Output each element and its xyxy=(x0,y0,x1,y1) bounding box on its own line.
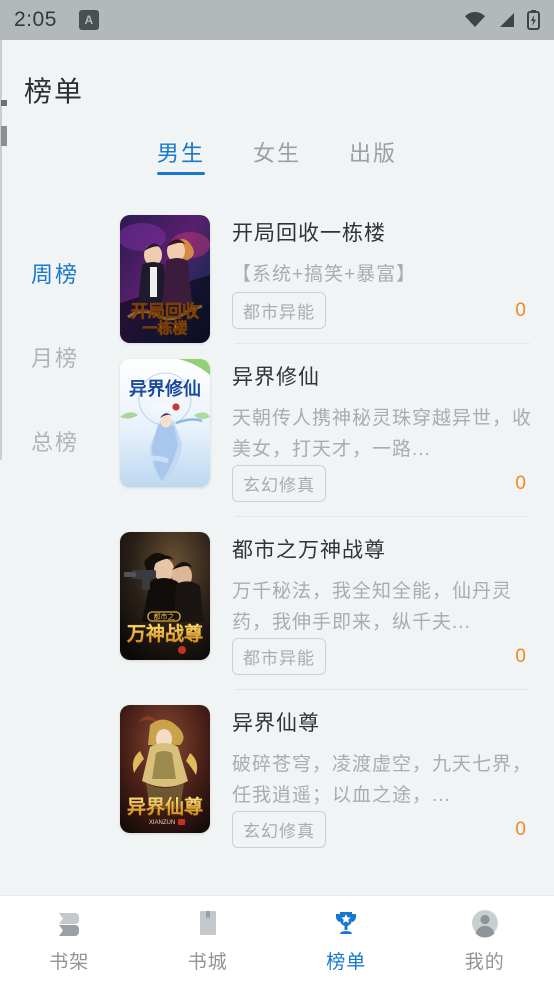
nav-item-ranking-label: 榜单 xyxy=(326,952,367,973)
list-item[interactable]: 异界仙尊 XIANZUN 异界仙尊 破碎苍穹，凌渡虚空，九天七界，任我逍遥；以血… xyxy=(110,689,544,862)
nav-item-bookstore[interactable]: 书城 xyxy=(139,908,278,974)
book-count: 0 xyxy=(515,299,526,321)
list-item[interactable]: 都市之 万神战尊 都市之万神战尊 万千秘法，我全知全能，仙丹灵药，我伸手即来，纵… xyxy=(110,516,544,689)
book-info: 开局回收一栋楼 【系统+搞笑+暴富】 都市异能 0 xyxy=(210,215,544,343)
list-item[interactable]: 开局回收 一栋楼 开局回收一栋楼 【系统+搞笑+暴富】 都市异能 0 xyxy=(110,199,544,343)
book-footer: 玄幻修真 0 xyxy=(232,465,544,516)
sidenav-item-weekly-label: 周榜 xyxy=(30,262,79,287)
book-info: 异界仙尊 破碎苍穹，凌渡虚空，九天七界，任我逍遥；以血之途，... 玄幻修真 0 xyxy=(210,705,544,862)
wifi-icon xyxy=(465,12,485,27)
sidenav-item-monthly[interactable]: 月榜 xyxy=(0,315,110,399)
book-count: 0 xyxy=(515,818,526,840)
ranking-content: 周榜 月榜 总榜 开局回收 一栋楼 开局回收一栋楼 【系统+搞笑+暴富】 都市异… xyxy=(0,199,554,897)
bookmark-book-icon xyxy=(199,911,216,935)
battery-charging-icon xyxy=(527,10,540,30)
page-title: 榜单 xyxy=(24,76,85,107)
book-category-tag[interactable]: 都市异能 xyxy=(232,638,326,675)
nav-item-bookshelf[interactable]: 书架 xyxy=(0,908,139,974)
svg-text:异界修仙: 异界修仙 xyxy=(129,378,201,399)
app-screen: 榜单 男生 女生 出版 周榜 月榜 总榜 开局回收 一栋楼 开局回收一栋楼 【系… xyxy=(0,40,554,986)
trophy-icon xyxy=(336,912,357,934)
tab-published-label: 出版 xyxy=(349,141,398,166)
svg-text:万神战尊: 万神战尊 xyxy=(126,622,203,645)
book-title: 都市之万神战尊 xyxy=(232,539,386,562)
status-bar: 2:05 A xyxy=(0,0,554,40)
list-item[interactable]: 异界修仙 异界修仙 天朝传人携神秘灵珠穿越异世，收美女，打天才，一路... 玄幻… xyxy=(110,343,544,516)
nav-item-profile[interactable]: 我的 xyxy=(416,908,554,974)
sidenav-item-weekly[interactable]: 周榜 xyxy=(0,231,110,315)
nav-item-profile-label: 我的 xyxy=(464,952,505,973)
book-info: 异界修仙 天朝传人携神秘灵珠穿越异世，收美女，打天才，一路... 玄幻修真 0 xyxy=(210,359,544,516)
book-description: 【系统+搞笑+暴富】 xyxy=(232,264,417,285)
nav-item-ranking[interactable]: 榜单 xyxy=(277,908,416,974)
sidenav-item-total-label: 总榜 xyxy=(30,430,79,455)
person-icon xyxy=(471,910,498,938)
tab-female[interactable]: 女生 xyxy=(253,136,301,175)
book-footer: 都市异能 0 xyxy=(232,638,544,689)
book-title: 异界仙尊 xyxy=(232,712,320,735)
svg-text:XIANZUN: XIANZUN xyxy=(149,820,175,826)
books-stack-icon xyxy=(59,913,80,936)
tab-female-label: 女生 xyxy=(252,141,301,166)
book-count: 0 xyxy=(515,645,526,667)
nav-item-bookstore-label: 书城 xyxy=(187,952,228,973)
cover-kaiju-huishou: 开局回收 一栋楼 xyxy=(120,215,210,343)
book-title: 异界修仙 xyxy=(232,366,320,389)
book-footer: 玄幻修真 0 xyxy=(232,811,544,862)
nav-item-bookshelf-label: 书架 xyxy=(49,952,90,973)
svg-text:一栋楼: 一栋楼 xyxy=(142,319,187,337)
book-description: 天朝传人携神秘灵珠穿越异世，收美女，打天才，一路... xyxy=(232,408,533,460)
bottom-navigation: 书架 书城 榜单 我的 xyxy=(0,895,554,986)
signal-icon xyxy=(500,13,514,27)
book-category-tag[interactable]: 都市异能 xyxy=(232,292,326,329)
sidenav-item-monthly-label: 月榜 xyxy=(30,346,79,371)
tab-male-label: 男生 xyxy=(156,141,205,166)
status-time: 2:05 xyxy=(14,8,57,31)
tab-male[interactable]: 男生 xyxy=(156,136,205,175)
book-list[interactable]: 开局回收 一栋楼 开局回收一栋楼 【系统+搞笑+暴富】 都市异能 0 异界修仙 … xyxy=(110,199,554,897)
category-tabs: 男生 女生 出版 xyxy=(0,136,554,175)
sidenav-item-total[interactable]: 总榜 xyxy=(0,399,110,483)
tab-published[interactable]: 出版 xyxy=(349,136,397,175)
book-count: 0 xyxy=(515,472,526,494)
svg-text:开局回收: 开局回收 xyxy=(131,301,199,321)
book-category-tag[interactable]: 玄幻修真 xyxy=(232,465,326,502)
cover-yijie-xiuxian: 异界修仙 xyxy=(120,359,210,487)
ranking-period-nav: 周榜 月榜 总榜 xyxy=(0,199,110,897)
book-category-tag[interactable]: 玄幻修真 xyxy=(232,811,326,848)
status-icons xyxy=(464,10,540,30)
book-info: 都市之万神战尊 万千秘法，我全知全能，仙丹灵药，我伸手即来，纵千夫... 都市异… xyxy=(210,532,544,689)
app-badge-icon: A xyxy=(78,10,99,30)
book-title: 开局回收一栋楼 xyxy=(232,222,386,245)
cover-dushi-wanshen: 都市之 万神战尊 xyxy=(120,532,210,660)
svg-text:异界仙尊: 异界仙尊 xyxy=(127,795,203,818)
book-footer: 都市异能 0 xyxy=(232,292,544,343)
book-description: 破碎苍穹，凌渡虚空，九天七界，任我逍遥；以血之途，... xyxy=(232,754,533,806)
book-description: 万千秘法，我全知全能，仙丹灵药，我伸手即来，纵千夫... xyxy=(232,581,513,633)
edge-scroll-indicator xyxy=(0,40,7,460)
svg-text:都市之: 都市之 xyxy=(154,612,175,621)
cover-yijie-xianzun: 异界仙尊 XIANZUN xyxy=(120,705,210,833)
